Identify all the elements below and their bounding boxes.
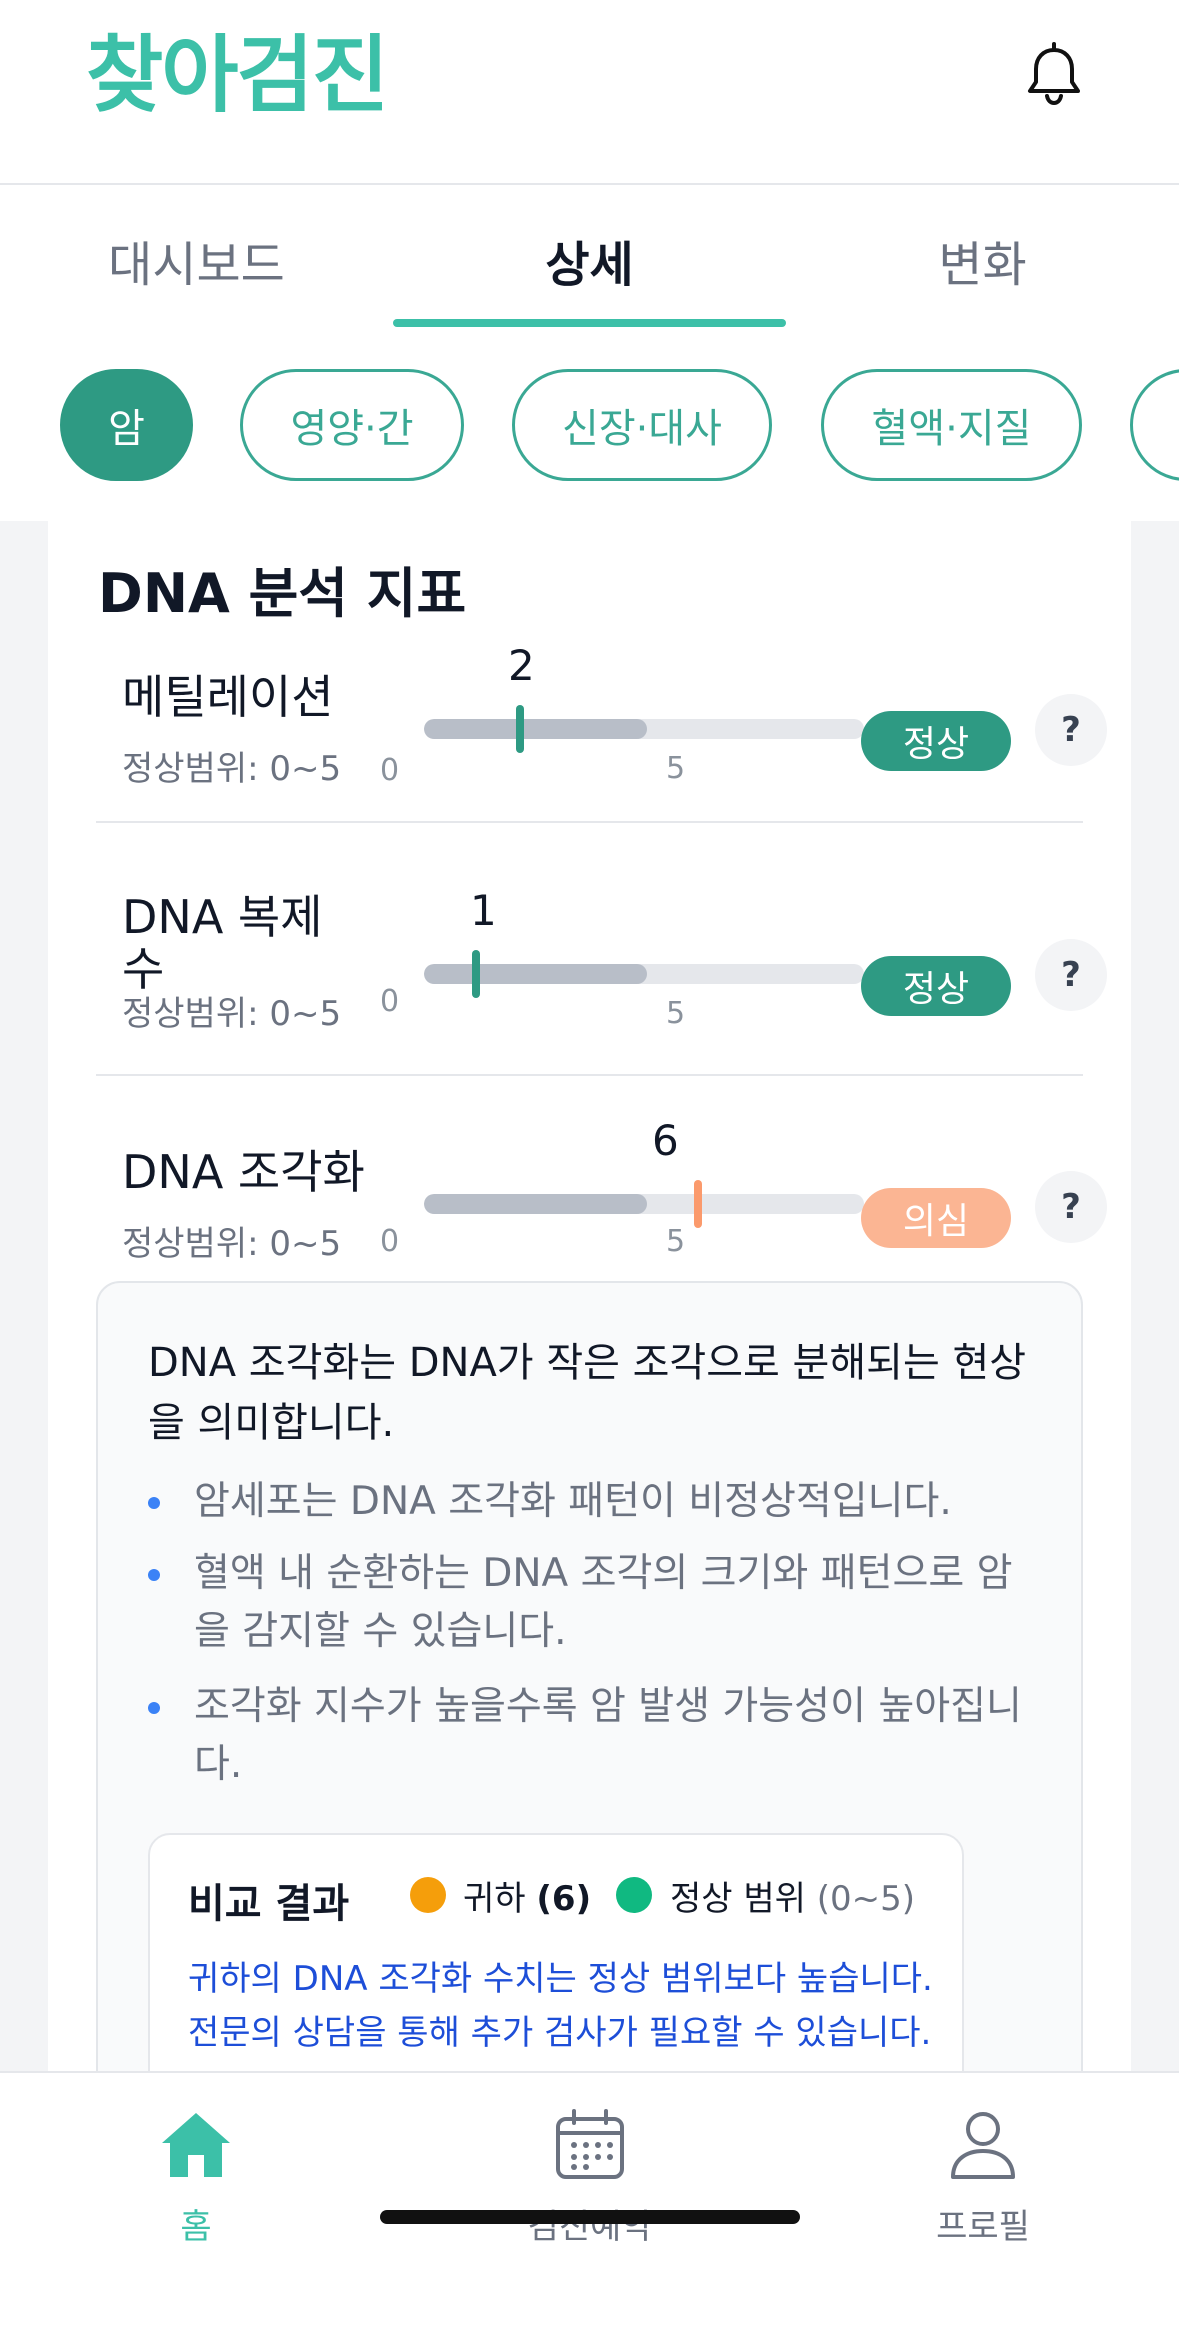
bullet-dot bbox=[148, 1702, 160, 1714]
help-button[interactable]: ? bbox=[1035, 1171, 1107, 1243]
section-title: DNA 분석 지표 bbox=[98, 562, 467, 625]
help-button[interactable]: ? bbox=[1035, 939, 1107, 1011]
category-chips: 암 영양·간 신장·대사 혈액·지질 bbox=[0, 331, 1179, 521]
tab-detail[interactable]: 상세 bbox=[393, 225, 786, 295]
tick-mid: 5 bbox=[666, 1224, 686, 1259]
nav-profile[interactable]: 프로필 bbox=[883, 2105, 1083, 2248]
chip-blood-lipid[interactable]: 혈액·지질 bbox=[821, 369, 1082, 481]
home-indicator bbox=[380, 2210, 800, 2224]
tick-min: 0 bbox=[380, 753, 400, 788]
tab-changes[interactable]: 변화 bbox=[786, 225, 1179, 295]
comparison-title: 비교 결과 bbox=[188, 1881, 350, 1927]
bell-icon[interactable] bbox=[1018, 40, 1090, 112]
value-marker bbox=[472, 950, 480, 998]
user-legend: 귀하 (6) bbox=[463, 1879, 592, 1919]
comparison-box: 비교 결과 귀하 (6) 정상 범위 (0~5) 귀하의 DNA 조각화 수치는… bbox=[148, 1833, 964, 2071]
user-legend-dot bbox=[410, 1877, 446, 1913]
tick-mid: 5 bbox=[666, 751, 686, 786]
indicator-value: 1 bbox=[470, 886, 497, 935]
tick-min: 0 bbox=[380, 984, 400, 1019]
indicator-range: 정상범위: 0~5 bbox=[122, 1224, 342, 1264]
info-bullet: 조각화 지수가 높을수록 암 발생 가능성이 높아집니다. bbox=[148, 1678, 1028, 1794]
row-divider bbox=[96, 1074, 1083, 1076]
indicator-name: DNA 복제 수 bbox=[122, 890, 323, 996]
tab-dashboard[interactable]: 대시보드 bbox=[0, 225, 393, 295]
indicator-track bbox=[424, 719, 864, 739]
chip-kidney-metabolism[interactable]: 신장·대사 bbox=[512, 369, 772, 481]
indicator-row-copy-number: DNA 복제 수 정상범위: 0~5 1 0 5 정상 ? bbox=[96, 876, 1107, 1036]
chip-nutrition-liver[interactable]: 영양·간 bbox=[240, 369, 464, 481]
status-badge: 정상 bbox=[861, 956, 1011, 1016]
content-area[interactable]: DNA 분석 지표 메틸레이션 정상범위: 0~5 2 0 5 정상 ? DNA… bbox=[0, 521, 1179, 2071]
tick-min: 0 bbox=[380, 1224, 400, 1259]
chip-cancer[interactable]: 암 bbox=[60, 369, 193, 481]
app-header: 찾아검진 bbox=[0, 0, 1179, 185]
comparison-message-line2: 전문의 상담을 통해 추가 검사가 필요할 수 있습니다. bbox=[188, 2013, 932, 2053]
normal-range-zone bbox=[424, 964, 647, 984]
dna-analysis-card: DNA 분석 지표 메틸레이션 정상범위: 0~5 2 0 5 정상 ? DNA… bbox=[48, 521, 1131, 2071]
normal-range-zone bbox=[424, 719, 647, 739]
row-divider bbox=[96, 821, 1083, 823]
chip-next-partial[interactable] bbox=[1130, 369, 1179, 481]
help-button[interactable]: ? bbox=[1035, 694, 1107, 766]
indicator-track bbox=[424, 964, 864, 984]
bullet-dot bbox=[148, 1497, 160, 1509]
info-panel: DNA 조각화는 DNA가 작은 조각으로 분해되는 현상을 의미합니다. 암세… bbox=[96, 1281, 1083, 2071]
home-icon bbox=[162, 2113, 230, 2177]
info-bullet: 혈액 내 순환하는 DNA 조각의 크기와 패턴으로 암을 감지할 수 있습니다… bbox=[148, 1545, 1028, 1661]
tick-mid: 5 bbox=[666, 996, 686, 1031]
nav-home[interactable]: 홈 bbox=[96, 2105, 296, 2248]
user-icon bbox=[951, 2112, 1015, 2179]
calendar-icon bbox=[556, 2109, 624, 2179]
app-logo: 찾아검진 bbox=[86, 26, 389, 124]
normal-legend-dot bbox=[616, 1877, 652, 1913]
active-tab-indicator bbox=[393, 319, 786, 327]
top-tabs: 대시보드 상세 변화 bbox=[0, 185, 1179, 516]
indicator-row-fragmentation: DNA 조각화 정상범위: 0~5 6 0 5 의심 ? bbox=[96, 1106, 1107, 1266]
normal-range-zone bbox=[424, 1194, 647, 1214]
info-bullet: 암세포는 DNA 조각화 패턴이 비정상적입니다. bbox=[148, 1473, 1028, 1531]
normal-legend: 정상 범위 (0~5) bbox=[670, 1879, 916, 1919]
bullet-dot bbox=[148, 1569, 160, 1581]
indicator-name: 메틸레이션 bbox=[122, 670, 334, 724]
info-lead-text: DNA 조각화는 DNA가 작은 조각으로 분해되는 현상을 의미합니다. bbox=[148, 1340, 1027, 1446]
indicator-range: 정상범위: 0~5 bbox=[122, 749, 342, 789]
indicator-value: 2 bbox=[508, 641, 535, 690]
indicator-track bbox=[424, 1194, 864, 1214]
nav-checkup-booking[interactable]: 검진예약 bbox=[490, 2105, 690, 2248]
indicator-row-methylation: 메틸레이션 정상범위: 0~5 2 0 5 정상 ? bbox=[96, 641, 1107, 811]
indicator-value: 6 bbox=[652, 1116, 679, 1165]
status-badge: 의심 bbox=[861, 1188, 1011, 1248]
status-badge: 정상 bbox=[861, 711, 1011, 771]
indicator-name: DNA 조각화 bbox=[122, 1145, 365, 1199]
indicator-range: 정상범위: 0~5 bbox=[122, 994, 342, 1034]
value-marker bbox=[694, 1180, 702, 1228]
value-marker bbox=[516, 705, 524, 753]
comparison-message-line1: 귀하의 DNA 조각화 수치는 정상 범위보다 높습니다. bbox=[188, 1959, 933, 1999]
